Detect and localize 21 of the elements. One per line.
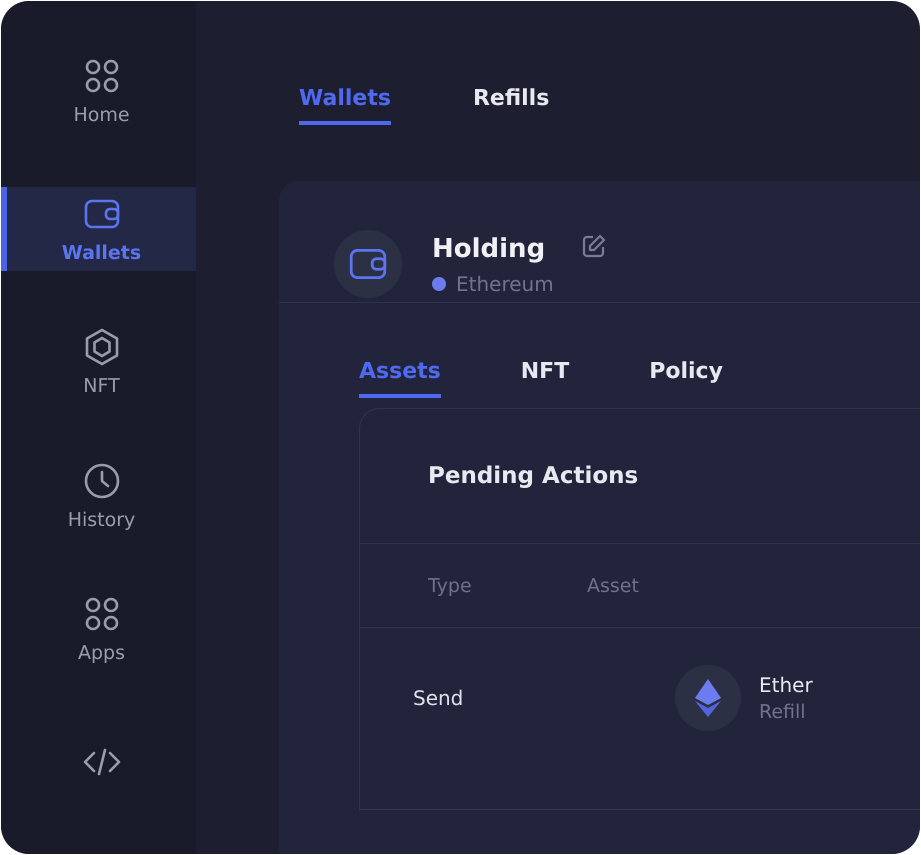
column-header: Type xyxy=(427,574,473,596)
diamond-icon xyxy=(695,679,721,717)
column-header: Asset xyxy=(587,574,639,596)
tab[interactable]: Policy xyxy=(649,358,723,398)
sidebar-item[interactable]: Apps xyxy=(1,587,196,671)
tab[interactable]: Assets xyxy=(359,358,441,398)
tab[interactable]: Refills xyxy=(472,85,550,125)
tab[interactable]: Wallets xyxy=(299,85,391,125)
edit-icon[interactable] xyxy=(581,232,608,258)
network-name: Ethereum xyxy=(456,272,554,296)
tab[interactable]: NFT xyxy=(520,358,570,398)
sidebar-item[interactable]: History xyxy=(1,454,196,538)
section-title: Pending Actions xyxy=(360,409,920,544)
sidebar-item[interactable]: NFT xyxy=(1,320,196,404)
wallet-title: Holding xyxy=(432,234,546,264)
asset-name: Ether xyxy=(759,673,813,697)
clock-icon xyxy=(82,460,122,501)
sidebar-item[interactable]: Wallets xyxy=(1,187,196,271)
sidebar-item[interactable]: Home xyxy=(1,49,196,132)
asset-note: Refill xyxy=(759,701,807,723)
table-cell-text: Send xyxy=(412,686,464,710)
